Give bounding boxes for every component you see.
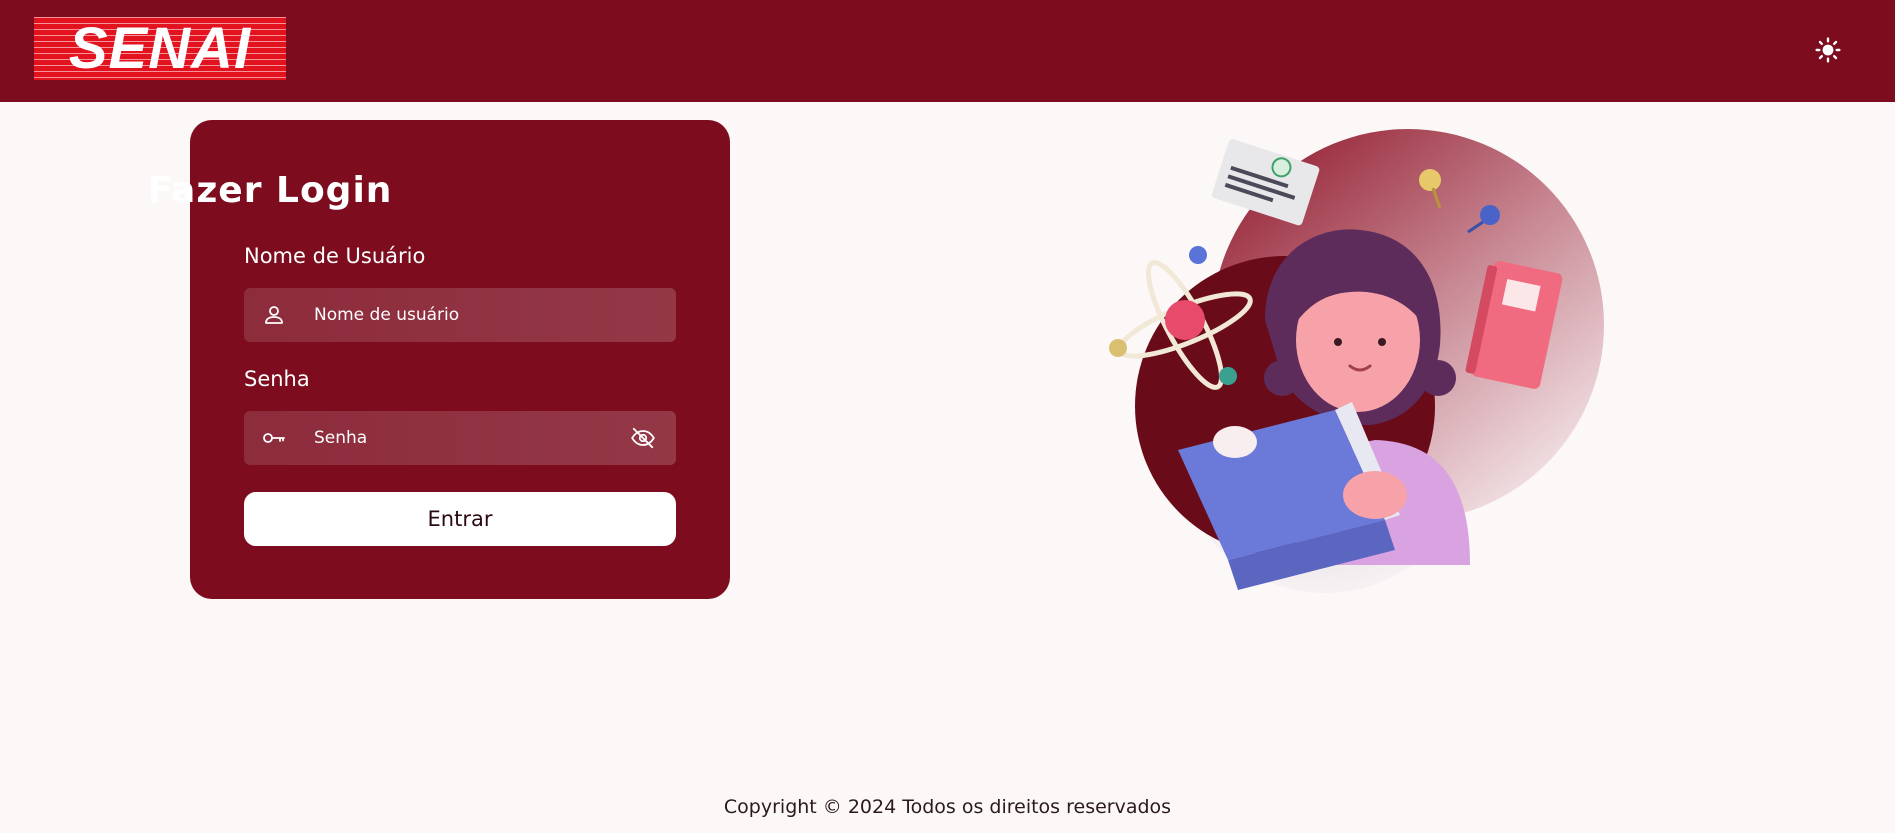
password-field[interactable] — [244, 411, 676, 465]
sun-icon — [1815, 37, 1841, 63]
footer-copyright: Copyright © 2024 Todos os direitos reser… — [723, 796, 1172, 818]
login-title: Fazer Login — [147, 170, 393, 211]
girl-reading-book-illustration — [1100, 120, 1620, 660]
login-submit-button[interactable]: Entrar — [244, 492, 676, 546]
hand-sleeve — [1213, 426, 1257, 458]
username-label: Nome de Usuário — [244, 244, 426, 268]
user-icon — [265, 306, 283, 324]
key-icon — [263, 433, 285, 443]
top-header: SENAI — [0, 0, 1895, 102]
eye-off-icon[interactable] — [630, 425, 656, 451]
password-input[interactable] — [314, 411, 614, 465]
paper-icon — [1211, 139, 1320, 226]
username-field[interactable] — [244, 288, 676, 342]
username-input[interactable] — [314, 288, 614, 342]
theme-toggle-button[interactable] — [1812, 34, 1844, 66]
senai-logo[interactable]: SENAI — [34, 17, 286, 80]
logo-text: SENAI — [68, 17, 252, 80]
password-label: Senha — [244, 367, 310, 391]
hand — [1343, 471, 1407, 519]
